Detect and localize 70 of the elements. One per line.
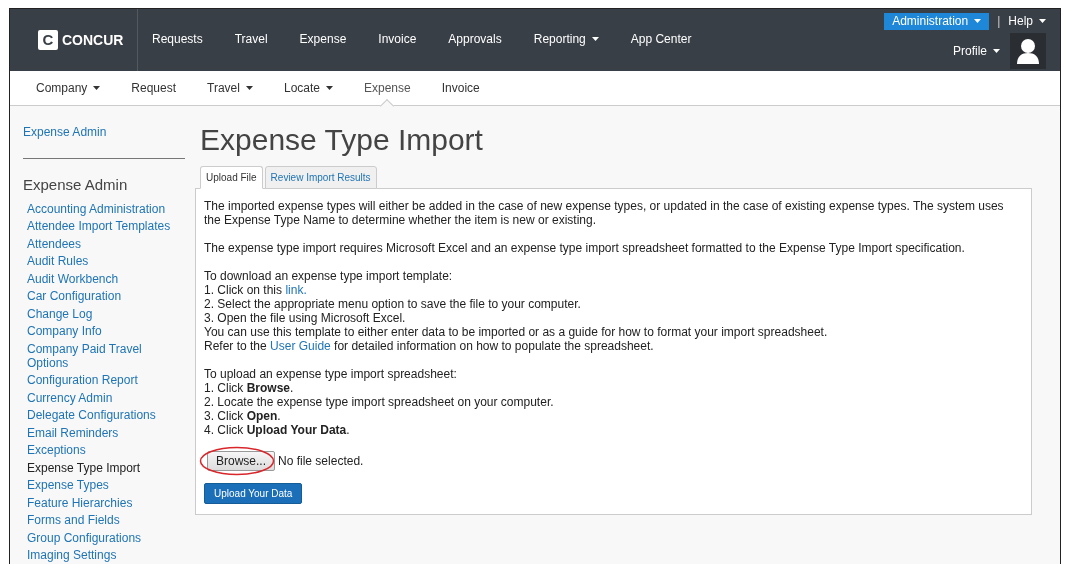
nav-link[interactable]: Requests — [152, 30, 203, 48]
instruction-text: The expense type import requires Microsoft Excel and an expense type import spreadsheet formatted to the Expense Type Import specification. — [204, 241, 966, 255]
sidebar-item[interactable]: Audit Workbench — [27, 271, 173, 286]
instruction-text: To download an expense type import template: — [204, 269, 454, 283]
instruction-text: Refer to the User Guide for detailed information on how to populate the spreadsheet. — [204, 339, 655, 353]
sub-nav-tab[interactable]: Locate — [283, 70, 333, 106]
separator-text: | — [997, 13, 1001, 30]
sidebar-item[interactable]: Email Reminders — [27, 425, 173, 440]
upload-button[interactable]: Upload Your Data — [204, 483, 303, 504]
help-menu[interactable]: Help — [1008, 12, 1046, 30]
caret-icon — [993, 49, 1000, 53]
instruction-text: 2. Locate the expense type import spreadsheet on your computer. — [204, 395, 555, 409]
instruction-text: The imported expense types will either be added in the case of new expense types, or updated in the case of existing expense types. The system uses the Expense Type Name to determine whether the item is new or existing. — [204, 199, 1005, 227]
tab[interactable]: Upload File — [200, 166, 263, 189]
caret-icon — [93, 86, 101, 90]
nav-link[interactable]: Reporting — [533, 30, 599, 48]
sidebar-item[interactable]: Audit Rules — [27, 254, 173, 268]
caret-icon — [974, 19, 982, 23]
administration-menu[interactable]: Administration — [884, 12, 990, 30]
sub-nav-tab[interactable]: Travel — [207, 70, 253, 106]
sidebar-item[interactable]: Currency Admin — [27, 390, 173, 405]
sidebar-item[interactable]: Feature Hierarchies — [27, 495, 173, 510]
file-status: No file selected. — [278, 454, 364, 468]
sub-nav-tab[interactable]: Company — [36, 70, 101, 106]
caret-icon — [591, 37, 599, 41]
sub-nav-tab[interactable]: Expense — [364, 70, 411, 106]
breadcrumb-link[interactable]: Expense Admin — [23, 123, 195, 141]
nav-link[interactable]: Invoice — [378, 30, 417, 48]
inline-link[interactable]: link. — [285, 283, 307, 297]
sub-nav-tab[interactable]: Request — [131, 70, 177, 106]
sub-nav-tab[interactable]: Invoice — [441, 70, 480, 106]
sidebar-item[interactable]: Forms and Fields — [27, 513, 173, 527]
sidebar-item[interactable]: Attendee Import Templates — [27, 219, 173, 233]
sidebar-item[interactable]: Group Configurations — [27, 530, 173, 545]
sidebar-item[interactable]: Configuration Report — [27, 373, 173, 387]
sidebar-item[interactable]: Attendees — [27, 236, 173, 251]
nav-link[interactable]: Expense — [299, 30, 347, 48]
nav-link[interactable]: Approvals — [448, 30, 502, 48]
browse-button[interactable]: Browse... — [207, 451, 275, 471]
sidebar-item[interactable]: Delegate Configurations — [27, 408, 173, 422]
avatar-icon[interactable] — [1010, 33, 1046, 69]
tab[interactable]: Review Import Results — [264, 166, 377, 189]
caret-icon — [326, 86, 333, 90]
sidebar-item[interactable]: Change Log — [27, 306, 173, 321]
sidebar-item[interactable]: Car Configuration — [27, 289, 173, 303]
sidebar-item[interactable]: Company Paid Travel Options — [27, 341, 173, 370]
instruction-text: 1. Click Browse. — [204, 381, 295, 395]
instruction-text: 1. Click on this link. — [204, 283, 308, 297]
instruction-text: 3. Click Open. — [204, 409, 282, 423]
sidebar-item[interactable]: Expense Types — [27, 478, 173, 492]
brand-name: CONCUR — [62, 30, 124, 50]
sidebar-item[interactable]: Expense Type Import — [27, 460, 173, 475]
instruction-text: You can use this template to either enter data to be imported or as a guide for how to format your import spreadsheet. — [204, 325, 829, 339]
sidebar-heading: Expense Admin — [23, 175, 129, 195]
instruction-text: To upload an expense type import spreadsheet: — [204, 367, 458, 381]
page-title: Expense Type Import — [200, 122, 484, 158]
logo-mark: C — [38, 30, 58, 50]
inline-link[interactable]: User Guide — [270, 339, 331, 353]
nav-link[interactable]: Travel — [234, 30, 268, 48]
sidebar-item[interactable]: Accounting Administration — [27, 201, 173, 216]
nav-link[interactable]: App Center — [630, 30, 692, 48]
caret-icon — [1039, 19, 1046, 23]
profile-menu[interactable]: Profile — [953, 42, 1000, 60]
instruction-text: 3. Open the file using Microsoft Excel. — [204, 311, 407, 325]
caret-icon — [245, 86, 253, 90]
sidebar-item[interactable]: Exceptions — [27, 443, 173, 457]
sidebar-item[interactable]: Imaging Settings — [27, 548, 173, 562]
sidebar-item[interactable]: Company Info — [27, 324, 173, 338]
instruction-text: 2. Select the appropriate menu option to save the file to your computer. — [204, 297, 582, 311]
instruction-text: 4. Click Upload Your Data. — [204, 423, 351, 437]
